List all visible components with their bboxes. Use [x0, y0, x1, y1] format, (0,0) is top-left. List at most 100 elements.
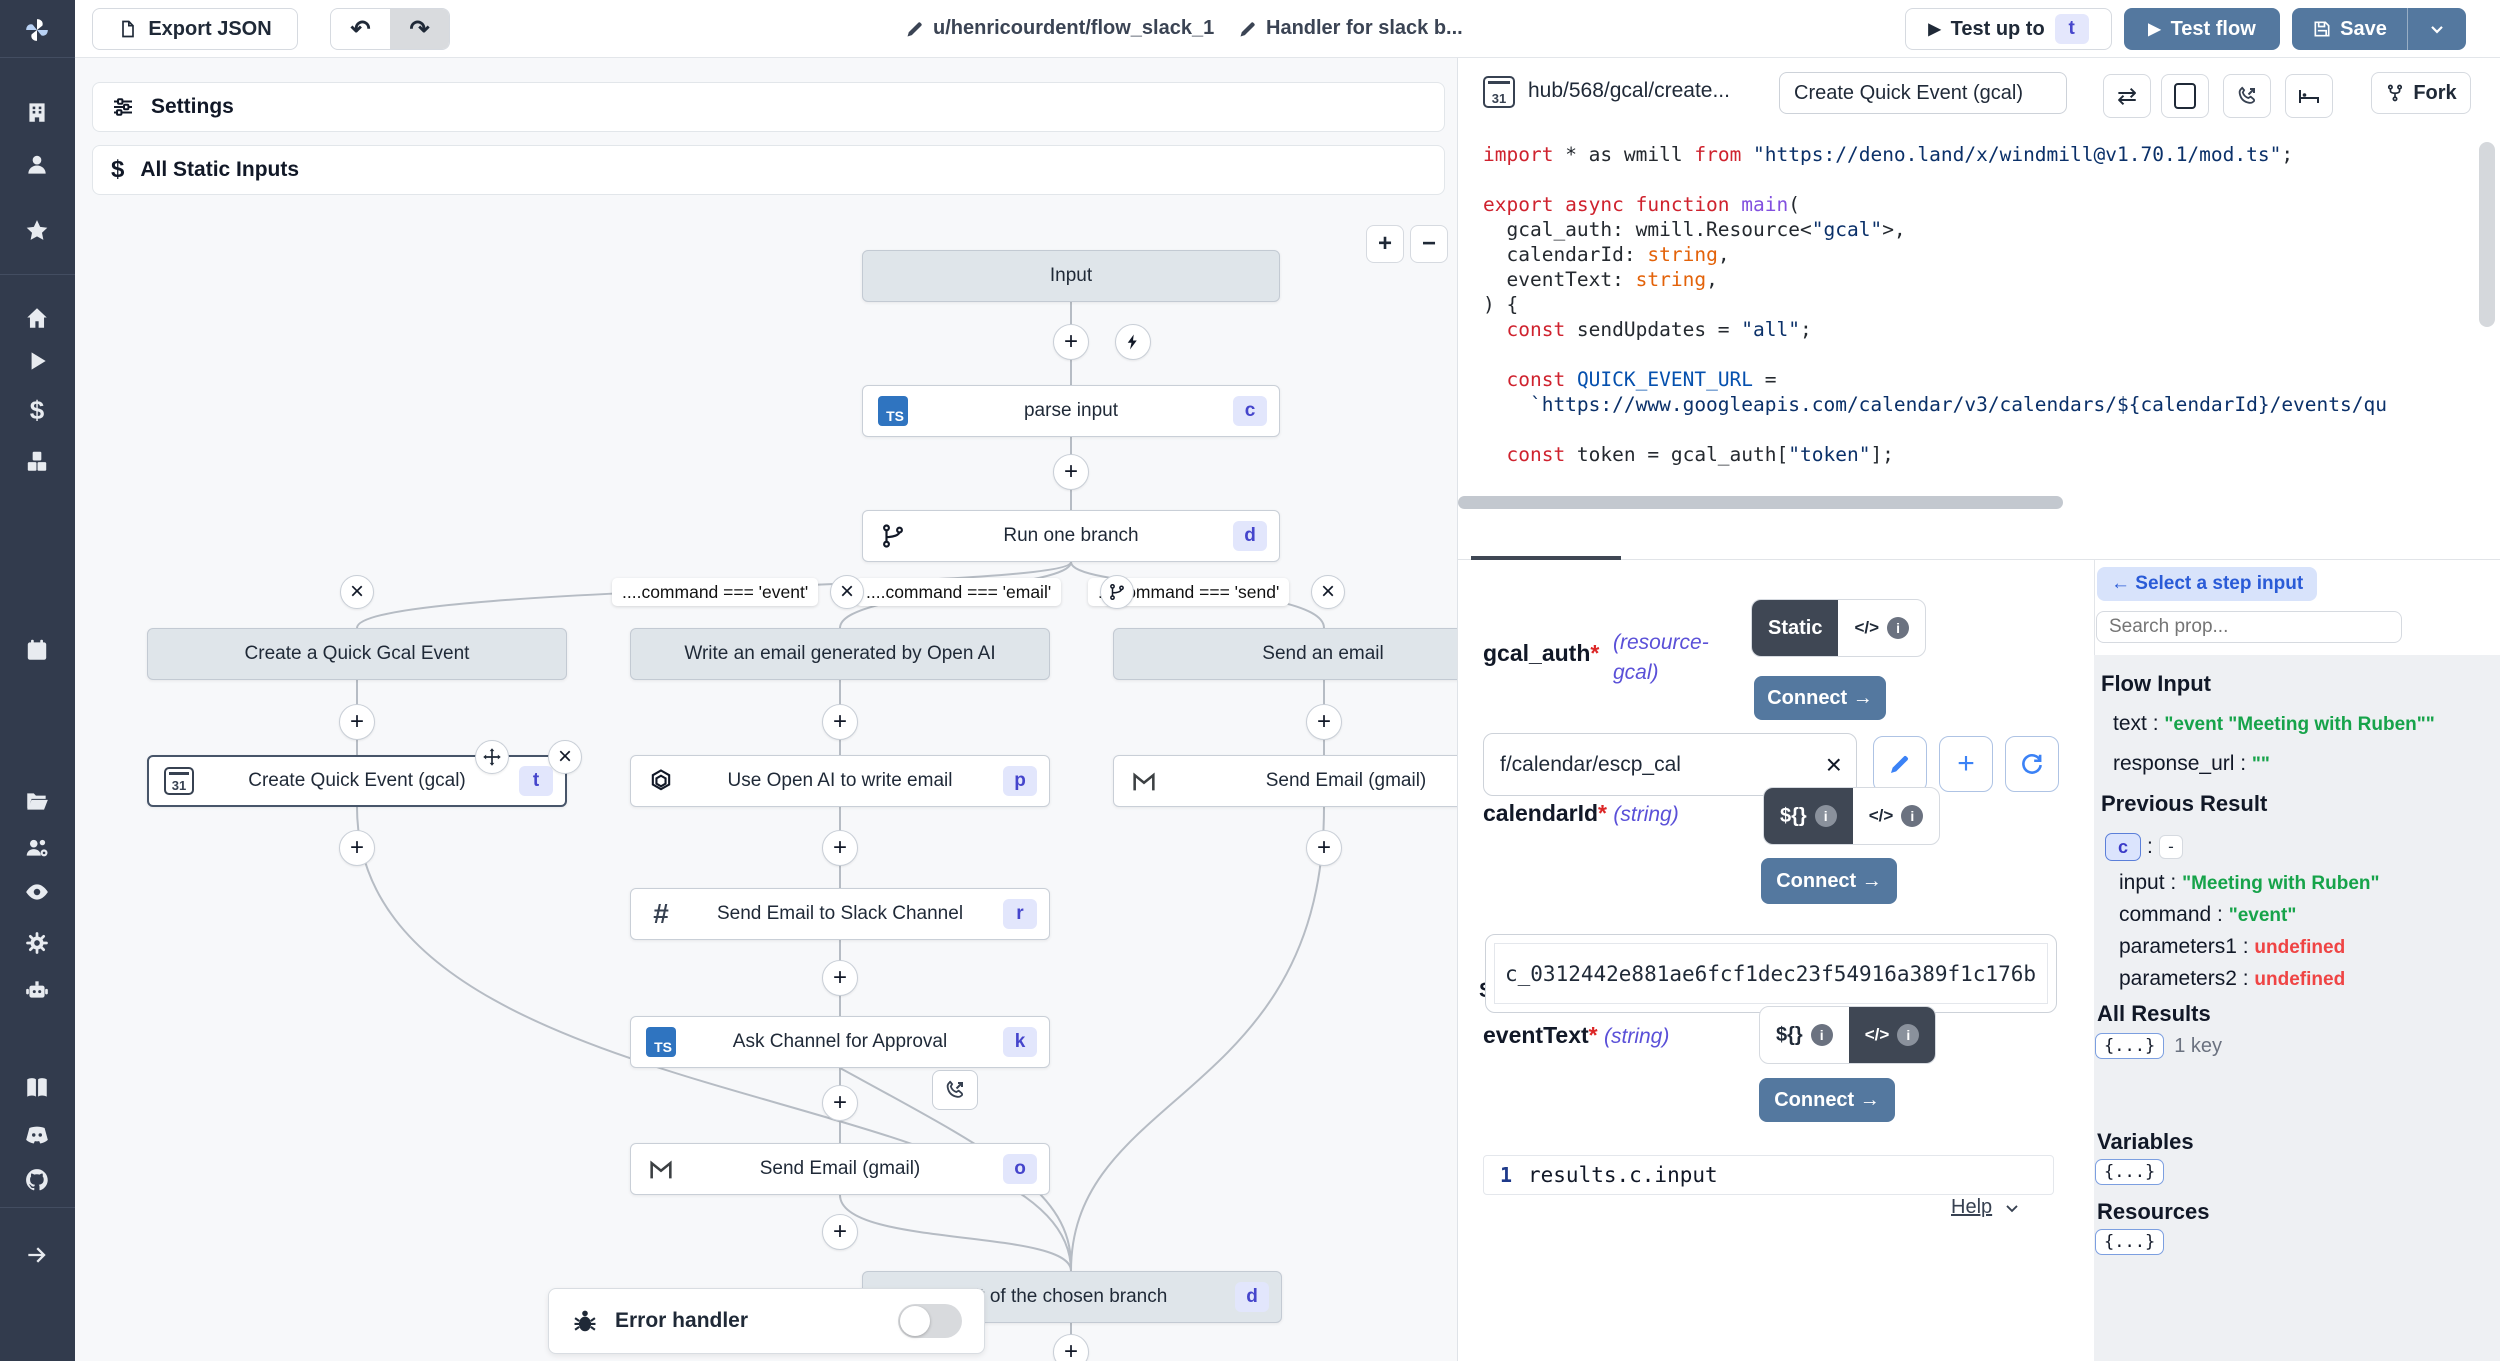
edit-resource-button[interactable] [1873, 736, 1927, 792]
mode-template[interactable]: ${}i [1764, 788, 1853, 844]
undo-button[interactable]: ↶ [331, 15, 390, 44]
resource-value[interactable]: f/calendar/escp_cal [1484, 753, 1826, 777]
save-button[interactable]: Save [2292, 18, 2407, 41]
prop-row[interactable]: response_url : "" [2113, 752, 2270, 776]
run-one-branch-node[interactable]: Run one branch d [862, 510, 1280, 562]
collapse-button[interactable]: - [2159, 835, 2183, 859]
export-json-button[interactable]: Export JSON [92, 8, 298, 50]
expand-sidebar-button[interactable] [22, 1240, 52, 1270]
prev-result-key-pill[interactable]: c [2105, 833, 2141, 861]
add-step-button[interactable]: + [1053, 324, 1089, 360]
hub-script-path[interactable]: hub/568/gcal/create... [1528, 79, 1730, 103]
calendar-id-connect-button[interactable]: Connect → [1761, 858, 1897, 904]
prop-row[interactable]: text : "event "Meeting with Ruben"" [2113, 712, 2435, 736]
code-v-scrollbar[interactable] [2479, 142, 2495, 327]
mode-static[interactable]: Static [1752, 600, 1838, 656]
add-resource-button[interactable]: + [1939, 736, 1993, 792]
github-icon[interactable] [22, 1165, 52, 1195]
select-step-input-pill[interactable]: ← Select a step input [2097, 567, 2317, 601]
zoom-in-button[interactable]: + [1366, 225, 1404, 263]
home-icon[interactable] [22, 303, 52, 333]
calendar-id-value[interactable]: c_0312442e881ae6fcf1dec23f54916a389f1c17… [1494, 943, 2048, 1004]
mode-javascript[interactable]: </>i [1838, 600, 1925, 656]
resources-object[interactable]: {...} [2095, 1229, 2164, 1255]
delete-step-button[interactable]: × [548, 740, 582, 774]
input-node[interactable]: Input [862, 250, 1280, 302]
mode-javascript[interactable]: </>i [1849, 1007, 1936, 1063]
box-button[interactable] [2161, 74, 2209, 118]
gear-icon[interactable] [22, 928, 52, 958]
add-step-button[interactable]: + [1306, 704, 1342, 740]
error-handler-toggle[interactable] [898, 1304, 962, 1338]
prop-row[interactable]: parameters1 : undefined [2119, 935, 2345, 959]
add-step-button[interactable]: + [822, 830, 858, 866]
branch-header[interactable]: Write an email generated by Open AI [630, 628, 1050, 680]
flow-settings-bar[interactable]: Settings [92, 82, 1445, 132]
gcal-auth-connect-button[interactable]: Connect → [1754, 676, 1886, 720]
code-h-scrollbar[interactable] [1458, 496, 2063, 509]
eye-icon[interactable] [22, 877, 52, 907]
discord-icon[interactable] [22, 1120, 52, 1150]
trigger-button[interactable] [1115, 324, 1151, 360]
search-prop-input[interactable] [2096, 611, 2402, 643]
docs-book-icon[interactable] [22, 1073, 52, 1103]
all-results-object[interactable]: {...} [2095, 1033, 2164, 1059]
branch-header[interactable]: Create a Quick Gcal Event [147, 628, 567, 680]
test-up-to-button[interactable]: ▶ Test up to t [1905, 8, 2112, 50]
delete-branch-button[interactable]: × [830, 575, 864, 609]
openai-step-node[interactable]: Use Open AI to write email p [630, 755, 1050, 807]
star-icon[interactable] [22, 216, 52, 246]
prop-row[interactable]: command : "event" [2119, 903, 2296, 927]
prop-row[interactable]: parameters2 : undefined [2119, 967, 2345, 991]
help-link[interactable]: Help [1951, 1196, 2022, 1219]
save-dropdown-button[interactable] [2407, 8, 2466, 50]
sleep-button[interactable] [2285, 74, 2333, 118]
flow-path-crumb[interactable]: u/henricourdent/flow_slack_1 [905, 0, 1214, 57]
swap-path-button[interactable]: ⇄ [2103, 74, 2151, 118]
add-step-button[interactable]: + [339, 704, 375, 740]
mode-javascript[interactable]: </>i [1853, 788, 1940, 844]
add-step-button[interactable]: + [822, 1085, 858, 1121]
resources-icon[interactable] [22, 446, 52, 476]
robot-icon[interactable] [22, 975, 52, 1005]
add-step-button[interactable]: + [1306, 830, 1342, 866]
add-step-button[interactable]: + [1053, 454, 1089, 490]
zoom-out-button[interactable]: − [1410, 225, 1448, 263]
refresh-resource-button[interactable] [2005, 736, 2059, 792]
branch-condition[interactable]: ....command === 'event' [612, 578, 818, 606]
delete-branch-button[interactable]: × [340, 575, 374, 609]
user-icon[interactable] [22, 150, 52, 180]
runs-icon[interactable] [22, 346, 52, 376]
add-step-button[interactable]: + [822, 1214, 858, 1250]
add-branch-button[interactable] [1100, 575, 1134, 609]
add-step-button[interactable]: + [822, 960, 858, 996]
variables-object[interactable]: {...} [2095, 1159, 2164, 1185]
add-step-button[interactable]: + [339, 830, 375, 866]
suspend-button[interactable] [2223, 74, 2271, 118]
windmill-logo[interactable] [22, 15, 52, 45]
add-step-button[interactable]: + [1053, 1334, 1089, 1361]
move-step-button[interactable] [475, 740, 509, 774]
delete-branch-button[interactable]: × [1311, 575, 1345, 609]
building-icon[interactable] [22, 97, 52, 127]
test-flow-button[interactable]: ▶ Test flow [2124, 8, 2280, 50]
clear-resource-button[interactable]: × [1826, 749, 1856, 781]
prop-row[interactable]: input : "Meeting with Ruben" [2119, 871, 2380, 895]
suspend-step-button[interactable] [932, 1070, 978, 1110]
slack-step-node[interactable]: # Send Email to Slack Channel r [630, 888, 1050, 940]
variables-icon[interactable]: $ [22, 395, 52, 425]
static-inputs-bar[interactable]: $ All Static Inputs [92, 145, 1445, 195]
folder-icon[interactable] [22, 786, 52, 816]
mode-template[interactable]: ${}i [1760, 1007, 1849, 1063]
event-text-expr-editor[interactable]: 1 results.c.input [1483, 1155, 2054, 1195]
approval-step-node[interactable]: TS Ask Channel for Approval k [630, 1016, 1050, 1068]
fork-button[interactable]: Fork [2371, 72, 2471, 114]
branch-condition[interactable]: ....command === 'email' [856, 578, 1061, 606]
add-step-button[interactable]: + [822, 704, 858, 740]
redo-button[interactable]: ↷ [390, 9, 449, 49]
step-summary-input[interactable] [1779, 72, 2067, 114]
groups-icon[interactable] [22, 833, 52, 863]
code-editor[interactable]: import * as wmill from "https://deno.lan… [1483, 142, 2463, 492]
flow-title-crumb[interactable]: Handler for slack b... [1238, 0, 1463, 57]
schedules-icon[interactable] [22, 635, 52, 665]
